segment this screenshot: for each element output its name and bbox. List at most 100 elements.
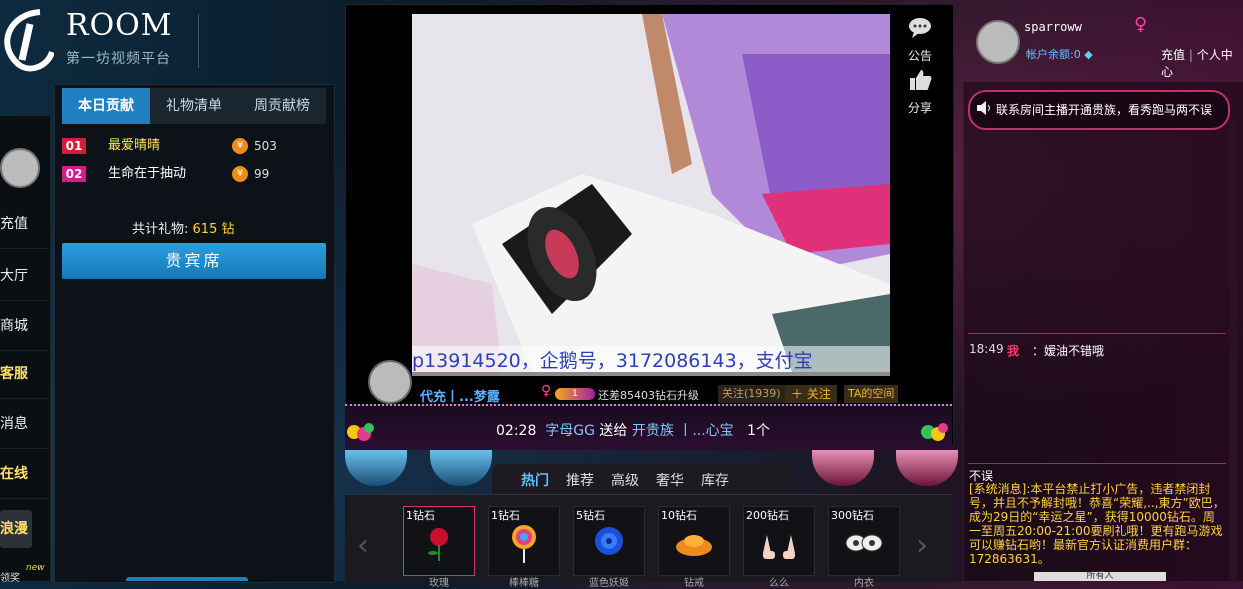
nav-romance[interactable]: 浪漫: [0, 510, 32, 548]
ranking-row[interactable]: 02 生命在于抽动 ¥ 99: [62, 164, 326, 184]
gift-item[interactable]: 200钻石 么么: [743, 506, 815, 589]
user-links: 充值 | 个人中心: [1161, 46, 1243, 80]
total-label: 共计礼物:: [132, 222, 189, 237]
nav-lobby[interactable]: 大厅: [0, 252, 48, 301]
gift-name: 内衣: [854, 578, 874, 589]
gift-item[interactable]: 1钻石 玫瑰: [403, 506, 475, 589]
host-upgrade-text: 还差85403钻石升级: [598, 389, 699, 402]
video-stream[interactable]: [412, 14, 890, 372]
gift-item[interactable]: 300钻石 内衣: [828, 506, 900, 589]
diamond-icon: ◆: [1084, 48, 1093, 61]
rank-value: 99: [254, 167, 270, 181]
gift-item[interactable]: 5钻石 蓝色妖姬: [573, 506, 645, 589]
tab-weekly-ranking[interactable]: 周贡献榜: [238, 88, 326, 124]
contribution-tabs: 本日贡献 礼物清单 周贡献榜: [62, 88, 326, 124]
female-icon: ♀: [541, 383, 552, 399]
gift-tab-hot[interactable]: 热门: [521, 470, 549, 490]
total-gifts: 共计礼物: 615 钻: [132, 218, 234, 237]
nav-messages[interactable]: 消息: [0, 400, 48, 449]
gift-item[interactable]: 10钻石 钻戒: [658, 506, 730, 589]
gift-price: 300钻石: [831, 509, 874, 522]
gift-name: 么么: [769, 578, 789, 589]
broadcast-time: 02:28: [496, 423, 537, 439]
gift-price: 5钻石: [576, 509, 605, 522]
gift-price: 10钻石: [661, 509, 697, 522]
host-name[interactable]: 代充丨...梦露: [420, 386, 500, 405]
rank-username[interactable]: 最爱晴晴: [108, 136, 160, 156]
lingerie-icon: [845, 534, 883, 552]
logo-text: ROOM: [66, 8, 173, 43]
thumbs-up-icon: [910, 70, 932, 90]
balloons-icon: [921, 423, 948, 441]
female-icon: ♀: [1134, 14, 1148, 35]
share-button[interactable]: 分享: [907, 68, 933, 116]
gift-item[interactable]: 1钻石 棒棒糖: [488, 506, 560, 589]
chat-recipient-select[interactable]: 所有人: [1034, 572, 1166, 581]
coin-icon: ¥: [232, 166, 248, 182]
panel-bottom-tab[interactable]: [126, 577, 248, 581]
chat-divider: [968, 463, 1226, 464]
user-avatar-icon[interactable]: [0, 148, 40, 188]
tab-daily-contribution[interactable]: 本日贡献: [62, 88, 150, 124]
balloons-icon: [347, 423, 374, 441]
lollipop-icon: [512, 525, 536, 563]
tab-gift-list[interactable]: 礼物清单: [150, 88, 238, 124]
nav-service[interactable]: 客服: [0, 350, 48, 399]
balance-text: 帐户余额:0: [1026, 48, 1081, 61]
speech-bubble-icon: [909, 18, 931, 38]
broadcast-action: 送给: [599, 423, 628, 439]
chat-sender[interactable]: 我: [1007, 342, 1019, 359]
decor-pod: [896, 450, 958, 486]
gift-next-arrow[interactable]: ›: [916, 528, 928, 563]
gift-name: 钻戒: [684, 578, 704, 589]
gift-name: 玫瑰: [429, 578, 449, 589]
gift-price: 1钻石: [406, 509, 435, 522]
nav-online[interactable]: 在线: [0, 450, 48, 499]
nav-reward[interactable]: 领奖: [0, 569, 20, 584]
logo-subtitle: 第一坊视频平台: [66, 51, 171, 67]
ranking-row[interactable]: 01 最爱晴晴 ¥ 503: [62, 136, 326, 156]
recharge-link[interactable]: 充值: [1161, 48, 1185, 62]
gift-prev-arrow[interactable]: ‹: [357, 528, 369, 563]
gift-name: 棒棒糖: [509, 578, 539, 589]
nav-recharge[interactable]: 充值: [0, 200, 48, 249]
rank-value: 503: [254, 139, 277, 153]
gift-tab-advanced[interactable]: 高级: [611, 470, 639, 490]
broadcast-count: 1个: [747, 423, 770, 439]
chat-time: 18:49: [969, 342, 1004, 356]
new-badge: new: [26, 563, 45, 573]
broadcast-receiver[interactable]: 丨...心宝: [678, 423, 733, 439]
blue-rose-icon: [595, 527, 623, 555]
decor-pod: [345, 450, 407, 486]
logo-icon: [4, 9, 54, 72]
username: sparroww: [1024, 20, 1082, 34]
chat-message: ：嫒油不错哦: [1032, 344, 1105, 358]
notice-button[interactable]: 公告: [907, 16, 933, 64]
rose-icon: [428, 528, 448, 561]
account-balance: 帐户余额:0 ◆: [1026, 46, 1093, 62]
coin-icon: ¥: [232, 138, 248, 154]
video-caption: p13914520，企鹅号，3172086143，支付宝: [412, 346, 890, 376]
follow-button[interactable]: ＋ 关注: [785, 385, 837, 403]
chat-divider: [968, 333, 1226, 334]
chat-scrollbar[interactable]: [1229, 120, 1237, 581]
room-notice-text: 联系房间主播开通贵族，看秀跑马两不误: [996, 103, 1213, 117]
follow-count: 关注(1939): [718, 385, 785, 403]
gift-price: 1钻石: [491, 509, 520, 522]
gift-tab-luxury[interactable]: 奢华: [656, 470, 684, 490]
speaker-icon: [977, 101, 990, 115]
decor-pod: [430, 450, 492, 486]
host-level-badge: 1: [555, 388, 595, 400]
hands-icon: [763, 535, 795, 559]
broadcast-sender[interactable]: 字母GG: [545, 423, 595, 439]
rank-username[interactable]: 生命在于抽动: [108, 164, 186, 184]
user-avatar-icon[interactable]: [976, 20, 1020, 64]
host-avatar-icon[interactable]: [368, 360, 412, 404]
gift-tab-inventory[interactable]: 库存: [701, 470, 729, 490]
gift-name: 蓝色妖姬: [589, 578, 629, 589]
gift-tab-recommended[interactable]: 推荐: [566, 470, 594, 490]
nav-mall[interactable]: 商城: [0, 302, 48, 351]
gold-ingot-icon: [676, 535, 712, 556]
vip-seat-button[interactable]: 贵宾席: [62, 243, 326, 279]
host-space-button[interactable]: TA的空间: [844, 385, 899, 403]
